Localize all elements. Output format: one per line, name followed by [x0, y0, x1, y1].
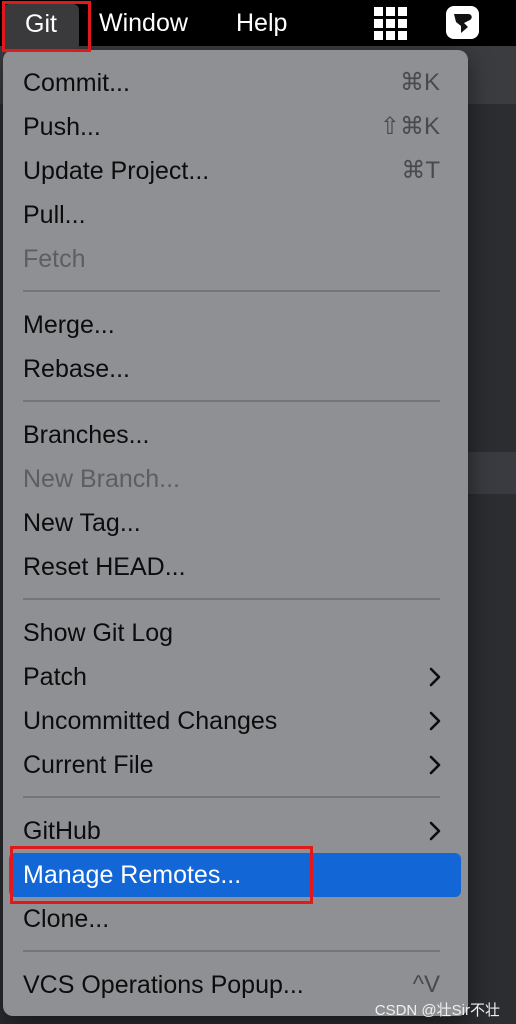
menu-item-label: VCS Operations Popup...	[23, 971, 304, 999]
menu-item-label: Commit...	[23, 69, 130, 97]
menu-item-label: Rebase...	[23, 355, 131, 383]
menu-separator	[23, 796, 440, 798]
menu-separator	[23, 598, 440, 600]
bird-app-icon[interactable]	[446, 6, 479, 39]
chevron-right-icon	[429, 821, 441, 841]
menu-item-label: Clone...	[23, 905, 110, 933]
menu-item-label: Reset HEAD...	[23, 553, 186, 581]
menu-item-branches[interactable]: Branches...	[3, 413, 468, 457]
menu-item-pull[interactable]: Pull...	[3, 193, 468, 237]
menu-item-update-project[interactable]: Update Project... ⌘T	[3, 149, 468, 193]
watermark: CSDN @壮Sir不壮	[374, 1002, 500, 1019]
menu-separator	[23, 290, 440, 292]
menu-git[interactable]: Git	[3, 4, 79, 50]
menu-item-label: Fetch	[23, 245, 86, 273]
menu-item-label: Pull...	[23, 201, 86, 229]
menu-item-commit[interactable]: Commit... ⌘K	[3, 61, 468, 105]
menu-item-clone[interactable]: Clone...	[3, 897, 468, 941]
menu-item-reset-head[interactable]: Reset HEAD...	[3, 545, 468, 589]
menu-item-shortcut: ⇧⌘K	[379, 113, 440, 140]
screen: Git Window Help Commit... ⌘K Push... ⇧⌘K…	[0, 0, 516, 1024]
menu-item-label: Patch	[23, 663, 87, 691]
chevron-right-icon	[429, 755, 441, 775]
menu-item-label: GitHub	[23, 817, 101, 845]
menu-item-label: New Tag...	[23, 509, 141, 537]
menu-item-label: Merge...	[23, 311, 115, 339]
git-dropdown-menu: Commit... ⌘K Push... ⇧⌘K Update Project.…	[3, 50, 468, 1016]
menu-item-label: Branches...	[23, 421, 150, 449]
menu-item-label: Show Git Log	[23, 619, 174, 647]
menu-item-label: Uncommitted Changes	[23, 707, 278, 735]
menu-item-label: New Branch...	[23, 465, 181, 493]
menu-item-shortcut: ⌘T	[401, 157, 440, 184]
menu-item-new-tag[interactable]: New Tag...	[3, 501, 468, 545]
background-selected-row	[468, 452, 516, 494]
menu-item-uncommitted-changes[interactable]: Uncommitted Changes	[3, 699, 468, 743]
menu-bar: Git Window Help	[0, 0, 516, 50]
menu-item-label: Manage Remotes...	[23, 861, 242, 889]
menu-item-push[interactable]: Push... ⇧⌘K	[3, 105, 468, 149]
menu-item-github[interactable]: GitHub	[3, 809, 468, 853]
menu-item-show-git-log[interactable]: Show Git Log	[3, 611, 468, 655]
menu-item-new-branch: New Branch...	[3, 457, 468, 501]
menu-item-current-file[interactable]: Current File	[3, 743, 468, 787]
menu-item-shortcut: ⌘K	[399, 69, 440, 96]
menu-item-merge[interactable]: Merge...	[3, 303, 468, 347]
menu-separator	[23, 400, 440, 402]
menu-item-manage-remotes[interactable]: Manage Remotes...	[9, 853, 461, 897]
menu-item-label: Current File	[23, 751, 154, 779]
menu-separator	[23, 950, 440, 952]
bird-glyph-icon	[454, 14, 472, 33]
menu-item-fetch: Fetch	[3, 237, 468, 281]
menu-item-patch[interactable]: Patch	[3, 655, 468, 699]
chevron-right-icon	[429, 711, 441, 731]
menu-window[interactable]: Window	[99, 0, 188, 46]
menu-help[interactable]: Help	[236, 0, 287, 46]
menu-item-label: Push...	[23, 113, 101, 141]
menu-item-label: Update Project...	[23, 157, 210, 185]
background-editor	[468, 104, 516, 1024]
menu-item-rebase[interactable]: Rebase...	[3, 347, 468, 391]
app-grid-icon[interactable]	[374, 7, 408, 41]
chevron-right-icon	[429, 667, 441, 687]
